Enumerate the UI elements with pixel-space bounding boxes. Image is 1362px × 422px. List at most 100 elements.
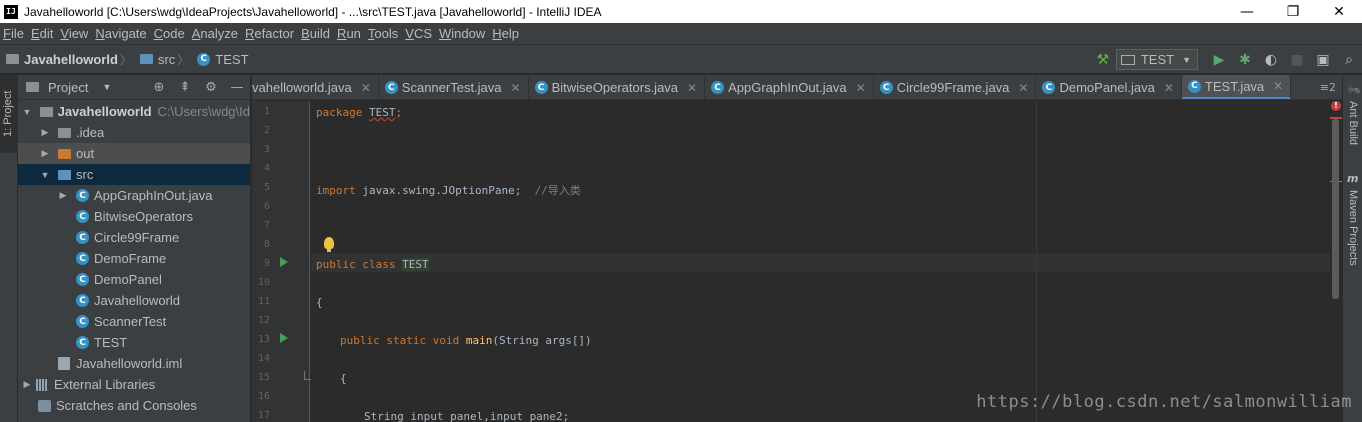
breadcrumb: Javahelloworld 〉 src 〉 C TEST xyxy=(0,51,249,68)
menu-view[interactable]: View xyxy=(57,26,91,41)
line-number: 3 xyxy=(263,144,270,155)
breadcrumb-file[interactable]: TEST xyxy=(215,52,248,67)
project-icon xyxy=(26,82,39,92)
collapse-all-icon[interactable]: ⇞ xyxy=(172,80,198,95)
tree-item-label: DemoPanel xyxy=(94,272,162,287)
close-tab-icon[interactable]: ✕ xyxy=(687,81,697,95)
tree-item-scratches[interactable]: Scratches and Consoles xyxy=(18,395,250,416)
editor-tab[interactable]: C Circle99Frame.java ✕ xyxy=(874,75,1037,99)
class-icon: C xyxy=(879,81,893,94)
editor-tab[interactable]: C ScannerTest.java ✕ xyxy=(379,75,529,99)
project-structure-icon[interactable]: ▣ xyxy=(1310,45,1336,74)
search-everywhere-icon[interactable]: ⌕ xyxy=(1336,45,1362,74)
run-with-coverage-icon[interactable]: ◐ xyxy=(1258,45,1284,74)
menu-analyze[interactable]: Analyze xyxy=(189,26,241,41)
menu-code[interactable]: Code xyxy=(151,26,188,41)
tree-item-label: ScannerTest xyxy=(94,314,167,329)
menu-file[interactable]: File xyxy=(0,26,27,41)
menu-edit[interactable]: Edit xyxy=(28,26,56,41)
debug-icon[interactable]: ✱ xyxy=(1232,45,1258,74)
code-line-9: public class TEST xyxy=(316,258,429,271)
close-window-button[interactable]: ✕ xyxy=(1316,0,1362,23)
tab-label: BitwiseOperators.java xyxy=(551,80,679,95)
editor-tab[interactable]: vahelloworld.java ✕ xyxy=(252,75,379,99)
output-folder-icon xyxy=(58,148,71,159)
close-tab-icon[interactable]: ✕ xyxy=(511,81,521,95)
menu-build[interactable]: Build xyxy=(298,26,333,41)
tree-item-class[interactable]: ▶ C AppGraphInOut.java xyxy=(18,185,250,206)
collapsed-arrow-icon[interactable]: ▶ xyxy=(38,148,52,159)
tree-item-class[interactable]: C TEST xyxy=(18,332,250,353)
scratches-icon xyxy=(38,399,51,412)
scrollbar-thumb[interactable] xyxy=(1332,119,1339,299)
error-indicator-icon[interactable]: ! xyxy=(1331,101,1341,111)
tree-item-out[interactable]: ▶ out xyxy=(18,143,250,164)
minimize-button[interactable]: — xyxy=(1224,0,1270,23)
settings-gear-icon[interactable]: ⚙ xyxy=(198,80,224,95)
close-tab-icon[interactable]: ✕ xyxy=(361,81,371,95)
run-icon[interactable]: ▶ xyxy=(1206,45,1232,74)
editor-tab[interactable]: C AppGraphInOut.java ✕ xyxy=(705,75,874,99)
run-main-icon[interactable] xyxy=(280,333,288,343)
tree-item-external-libraries[interactable]: ▶ External Libraries xyxy=(18,374,250,395)
locate-file-icon[interactable]: ⊕ xyxy=(146,80,172,95)
menu-help[interactable]: Help xyxy=(489,26,522,41)
tree-item-label: Javahelloworld xyxy=(94,293,180,308)
tree-item-iml[interactable]: Javahelloworld.iml xyxy=(18,353,250,374)
editor-tab-active[interactable]: C TEST.java ✕ xyxy=(1181,75,1292,99)
code-line-1: package TEST; xyxy=(316,106,402,119)
chevron-down-icon: ▼ xyxy=(1182,54,1191,65)
run-class-icon[interactable] xyxy=(280,257,288,267)
left-tool-strip: 1: Project xyxy=(0,75,18,422)
close-tab-icon[interactable]: ✕ xyxy=(1018,81,1028,95)
tree-item-class[interactable]: C Circle99Frame xyxy=(18,227,250,248)
project-panel-title: Project xyxy=(48,79,89,95)
tree-item-class[interactable]: C ScannerTest xyxy=(18,311,250,332)
project-view-selector[interactable]: Project ▼ xyxy=(26,80,111,95)
tree-root-path: C:\Users\wdg\Id xyxy=(157,104,250,119)
keyword: public static void xyxy=(340,334,460,347)
tree-item-root[interactable]: ▼ Javahelloworld C:\Users\wdg\Id xyxy=(18,101,250,122)
lightbulb-intention-icon[interactable] xyxy=(324,237,334,252)
code-editor[interactable]: package TEST; import javax.swing.JOption… xyxy=(311,101,1330,422)
collapsed-arrow-icon[interactable]: ▶ xyxy=(38,127,52,138)
hide-panel-icon[interactable]: — xyxy=(224,80,250,95)
tree-item-class[interactable]: C Javahelloworld xyxy=(18,290,250,311)
breadcrumb-src[interactable]: src xyxy=(158,52,175,67)
menu-refactor[interactable]: Refactor xyxy=(242,26,297,41)
tree-item-label: AppGraphInOut.java xyxy=(94,188,213,203)
menu-run[interactable]: Run xyxy=(334,26,364,41)
stop-icon[interactable]: ■ xyxy=(1284,45,1310,74)
ant-build-tab[interactable]: Ant Build xyxy=(1347,101,1359,145)
tree-item-label: Circle99Frame xyxy=(94,230,180,245)
menu-navigate[interactable]: Navigate xyxy=(92,26,149,41)
menu-window[interactable]: Window xyxy=(436,26,488,41)
close-tab-icon[interactable]: ✕ xyxy=(1273,79,1283,93)
menu-vcs[interactable]: VCS xyxy=(402,26,435,41)
run-configuration-select[interactable]: TEST ▼ xyxy=(1115,49,1198,70)
close-tab-icon[interactable]: ✕ xyxy=(856,81,866,95)
collapsed-arrow-icon[interactable]: ▶ xyxy=(56,190,70,201)
close-tab-icon[interactable]: ✕ xyxy=(1164,81,1174,95)
maven-projects-tab[interactable]: Maven Projects xyxy=(1347,190,1359,266)
tree-item-label: External Libraries xyxy=(54,377,156,392)
tree-item-class[interactable]: C BitwiseOperators xyxy=(18,206,250,227)
editor-scrollbar[interactable]: ! xyxy=(1330,101,1342,422)
tree-item-src[interactable]: ▼ src xyxy=(18,164,250,185)
expanded-arrow-icon[interactable]: ▼ xyxy=(20,107,34,117)
editor-tab[interactable]: C BitwiseOperators.java ✕ xyxy=(529,75,706,99)
class-icon: C xyxy=(76,336,89,349)
menu-tools[interactable]: Tools xyxy=(365,26,401,41)
project-folder-icon xyxy=(6,54,19,64)
tab-overflow-button[interactable]: ≡2 xyxy=(1314,75,1342,99)
tree-item-idea[interactable]: ▶ .idea xyxy=(18,122,250,143)
breadcrumb-project[interactable]: Javahelloworld xyxy=(24,52,118,67)
build-hammer-icon[interactable]: ⚒ xyxy=(1090,45,1116,74)
tree-item-class[interactable]: C DemoFrame xyxy=(18,248,250,269)
maximize-button[interactable]: ❐ xyxy=(1270,0,1316,23)
tree-item-class[interactable]: C DemoPanel xyxy=(18,269,250,290)
editor-tab[interactable]: C DemoPanel.java ✕ xyxy=(1036,75,1182,99)
project-tool-window-tab[interactable]: 1: Project xyxy=(0,75,18,153)
expanded-arrow-icon[interactable]: ▼ xyxy=(38,170,52,180)
collapsed-arrow-icon[interactable]: ▶ xyxy=(20,379,34,390)
